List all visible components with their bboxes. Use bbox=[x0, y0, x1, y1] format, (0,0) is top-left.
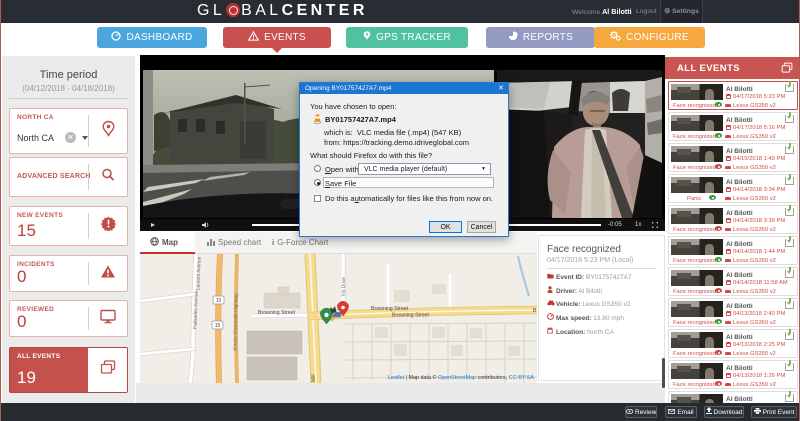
svg-text:B: B bbox=[533, 308, 537, 314]
svg-text:Mill: Mill bbox=[311, 375, 317, 383]
svg-text:Browning Street: Browning Street bbox=[371, 306, 408, 312]
svg-text:15: 15 bbox=[216, 298, 222, 304]
svg-text:Leaflet | Map data © OpenStree: Leaflet | Map data © OpenStreetMap contr… bbox=[388, 374, 534, 381]
svg-text:Iris Drive: Iris Drive bbox=[341, 277, 347, 296]
svg-text:Browning Street: Browning Street bbox=[392, 313, 429, 319]
svg-text:Amelia-Woodvale-Highway: Amelia-Woodvale-Highway bbox=[232, 293, 239, 351]
svg-text:Lemont Avenue: Lemont Avenue bbox=[196, 256, 203, 290]
svg-text:Browning Street: Browning Street bbox=[258, 310, 295, 316]
svg-text:15: 15 bbox=[215, 323, 221, 329]
